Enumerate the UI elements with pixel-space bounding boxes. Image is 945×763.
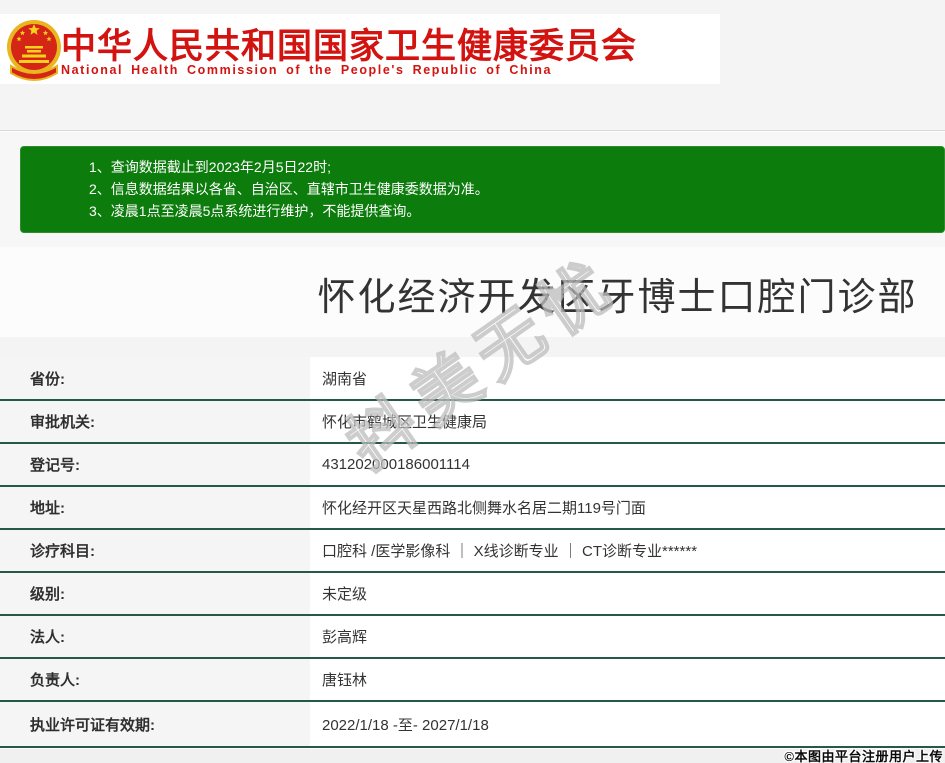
notice-line-3: 3、凌晨1点至凌晨5点系统进行维护，不能提供查询。	[89, 200, 934, 222]
row-value: 怀化市鹤城区卫生健康局	[310, 401, 945, 442]
footer: ©本图由平台注册用户上传	[0, 748, 945, 763]
row-value: 2022/1/18 -至- 2027/1/18	[310, 702, 945, 746]
row-label: 审批机关:	[0, 401, 310, 442]
table-row-legal-person: 法人: 彭高辉	[0, 616, 945, 659]
row-value: 口腔科 /医学影像科 ｜ X线诊断专业 ｜ CT诊断专业******	[310, 530, 945, 571]
page-title: 怀化经济开发区牙博士口腔门诊部	[290, 266, 945, 321]
table-row-license-validity: 执业许可证有效期: 2022/1/18 -至- 2027/1/18	[0, 702, 945, 748]
row-label: 法人:	[0, 616, 310, 657]
notice-section: 1、查询数据截止到2023年2月5日22时; 2、信息数据结果以各省、自治区、直…	[0, 132, 945, 247]
table-row-person-in-charge: 负责人: 唐钰林	[0, 659, 945, 702]
row-label: 省份:	[0, 357, 310, 399]
header-banner[interactable]: 中华人民共和国国家卫生健康委员会 National Health Commiss…	[0, 14, 720, 84]
row-label: 登记号:	[0, 444, 310, 485]
record-table: 省份: 湖南省 审批机关: 怀化市鹤城区卫生健康局 登记号: 431202000…	[0, 357, 945, 748]
row-label: 级别:	[0, 573, 310, 614]
header-title-cn: 中华人民共和国国家卫生健康委员会	[61, 18, 711, 69]
table-row-address: 地址: 怀化经开区天星西路北侧舞水名居二期119号门面	[0, 487, 945, 530]
row-label: 地址:	[0, 487, 310, 528]
row-label: 诊疗科目:	[0, 530, 310, 571]
row-value: 湖南省	[310, 357, 945, 399]
header-title-en: National Health Commission of the People…	[61, 63, 720, 77]
table-row-clinical-departments: 诊疗科目: 口腔科 /医学影像科 ｜ X线诊断专业 ｜ CT诊断专业******	[0, 530, 945, 573]
notice-line-2: 2、信息数据结果以各省、自治区、直辖市卫生健康委数据为准。	[89, 178, 934, 200]
row-label: 负责人:	[0, 659, 310, 700]
row-value: 彭高辉	[310, 616, 945, 657]
row-value: 怀化经开区天星西路北侧舞水名居二期119号门面	[310, 487, 945, 528]
row-value: 431202000186001114	[310, 444, 945, 485]
page-root: 中华人民共和国国家卫生健康委员会 National Health Commiss…	[0, 0, 945, 763]
copyright-text: ©本图由平台注册用户上传	[784, 746, 943, 763]
notice-line-1: 1、查询数据截止到2023年2月5日22时;	[89, 156, 934, 178]
table-row-province: 省份: 湖南省	[0, 357, 945, 401]
table-row-approval-authority: 审批机关: 怀化市鹤城区卫生健康局	[0, 401, 945, 444]
pre-table-band	[0, 337, 945, 357]
china-national-emblem-icon	[5, 16, 63, 82]
row-label: 执业许可证有效期:	[0, 702, 310, 746]
table-row-registration-number: 登记号: 431202000186001114	[0, 444, 945, 487]
header-area: 中华人民共和国国家卫生健康委员会 National Health Commiss…	[0, 0, 945, 131]
notice-box: 1、查询数据截止到2023年2月5日22时; 2、信息数据结果以各省、自治区、直…	[20, 146, 945, 233]
row-value: 唐钰林	[310, 659, 945, 700]
row-value: 未定级	[310, 573, 945, 614]
table-row-level: 级别: 未定级	[0, 573, 945, 616]
